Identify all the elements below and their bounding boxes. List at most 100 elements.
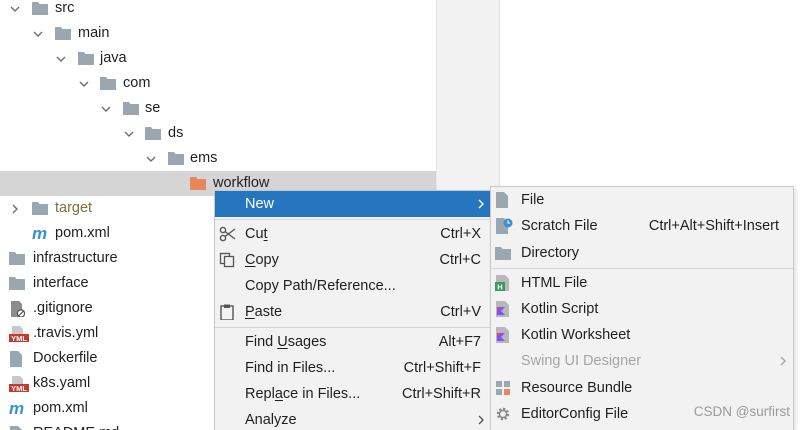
menu-item-shortcut: Ctrl+X: [440, 226, 481, 242]
yaml-icon: YML: [9, 321, 29, 346]
tree-label: main: [78, 25, 110, 41]
folder-icon: [32, 196, 50, 221]
tree-label: se: [145, 100, 161, 116]
tree-row-com[interactable]: com: [0, 71, 436, 96]
menu-item-label: Paste: [245, 304, 283, 320]
submenu-item-label: Swing UI Designer: [521, 353, 642, 369]
folder-icon: [145, 121, 163, 146]
tree-label: pom.xml: [33, 400, 88, 416]
submenu-item-scratch-file[interactable]: Scratch File Ctrl+Alt+Shift+Insert: [491, 213, 793, 239]
chevron-down-icon[interactable]: [9, 0, 21, 21]
submenu-item-label: File: [521, 192, 545, 208]
markdown-icon: [9, 421, 27, 430]
tree-label: README.md: [33, 421, 119, 430]
submenu-item-file[interactable]: File: [491, 187, 793, 213]
chevron-down-icon[interactable]: [32, 21, 44, 46]
copy-icon: [219, 247, 239, 273]
folder-icon: [9, 246, 27, 271]
menu-separator: [215, 327, 491, 328]
chevron-down-icon[interactable]: [100, 96, 112, 121]
menu-item-shortcut: Ctrl+C: [439, 252, 482, 268]
submenu-item-swing-ui-designer: Swing UI Designer: [491, 348, 793, 374]
tree-row-main[interactable]: main: [0, 21, 436, 46]
tree-label: src: [55, 0, 75, 16]
menu-item-label: Replace in Files...: [245, 386, 361, 402]
submenu-item-directory[interactable]: Directory: [491, 240, 793, 266]
chevron-right-icon: [477, 407, 487, 430]
tree-label: .gitignore: [33, 300, 93, 316]
submenu-item-label: Kotlin Script: [521, 301, 599, 317]
tree-label: Dockerfile: [33, 350, 98, 366]
tree-row-src[interactable]: src: [0, 0, 436, 21]
submenu-item-html-file[interactable]: H HTML File: [491, 270, 793, 296]
tree-label: ds: [168, 125, 184, 141]
tree-label: target: [55, 200, 93, 216]
menu-item-label: Find Usages: [245, 334, 327, 350]
submenu-item-kotlin-script[interactable]: Kotlin Script: [491, 296, 793, 322]
chevron-right-icon[interactable]: [9, 196, 21, 221]
tree-row-ds[interactable]: ds: [0, 121, 436, 146]
menu-item-label: Analyze: [245, 412, 297, 428]
menu-separator: [491, 268, 793, 269]
submenu-item-kotlin-worksheet[interactable]: Kotlin Worksheet: [491, 322, 793, 348]
scratch-file-icon: [495, 213, 515, 239]
menu-item-shortcut: Ctrl+Shift+R: [402, 386, 481, 402]
kotlin-icon: [495, 296, 515, 322]
menu-separator: [215, 219, 491, 220]
package-folder-icon: [190, 171, 208, 196]
folder-icon: [32, 0, 50, 21]
menu-item-new[interactable]: New: [215, 191, 491, 217]
submenu-item-resource-bundle[interactable]: Resource Bundle: [491, 375, 793, 401]
submenu-item-label: HTML File: [521, 275, 588, 291]
maven-icon: m: [9, 399, 25, 418]
menu-item-shortcut: Alt+F7: [438, 334, 481, 350]
tree-label: infrastructure: [33, 250, 118, 266]
chevron-down-icon[interactable]: [145, 146, 157, 171]
folder-icon: [9, 271, 27, 296]
chevron-down-icon[interactable]: [78, 71, 90, 96]
chevron-down-icon[interactable]: [123, 121, 135, 146]
ignore-file-icon: [9, 296, 27, 321]
folder-icon: [168, 146, 186, 171]
menu-item-find-in-files[interactable]: Find in Files... Ctrl+Shift+F: [215, 355, 491, 381]
tree-label: k8s.yaml: [33, 375, 91, 391]
tree-row-java[interactable]: java: [0, 46, 436, 71]
tree-row-ems[interactable]: ems: [0, 146, 436, 171]
menu-item-copy-path[interactable]: Copy Path/Reference...: [215, 273, 491, 299]
html-file-icon: H: [495, 270, 515, 296]
menu-item-shortcut: Ctrl+Shift+F: [403, 360, 481, 376]
menu-item-label: New: [245, 196, 275, 212]
tree-label: com: [123, 75, 151, 91]
clipboard-icon: [219, 299, 239, 325]
menu-item-label: Copy: [245, 252, 279, 268]
tree-label: .travis.yml: [33, 325, 99, 341]
menu-item-cut[interactable]: Cut Ctrl+X: [215, 221, 491, 247]
submenu-item-shortcut: Ctrl+Alt+Shift+Insert: [648, 218, 779, 234]
submenu-item-label: Kotlin Worksheet: [521, 327, 631, 343]
watermark: CSDN @surfirst: [693, 404, 790, 419]
submenu-item-label: Resource Bundle: [521, 380, 633, 396]
menu-item-replace-in-files[interactable]: Replace in Files... Ctrl+Shift+R: [215, 381, 491, 407]
tree-row-se[interactable]: se: [0, 96, 436, 121]
menu-item-label: Cut: [245, 226, 268, 242]
kotlin-icon: [495, 322, 515, 348]
folder-icon: [55, 21, 73, 46]
menu-item-copy[interactable]: Copy Ctrl+C: [215, 247, 491, 273]
new-submenu: File Scratch File Ctrl+Alt+Shift+Insert …: [490, 186, 794, 430]
submenu-item-label: EditorConfig File: [521, 406, 629, 422]
tree-label: interface: [33, 275, 89, 291]
menu-item-shortcut: Ctrl+V: [440, 304, 481, 320]
chevron-down-icon[interactable]: [55, 46, 67, 71]
folder-icon: [78, 46, 96, 71]
tree-label: ems: [190, 150, 218, 166]
svg-text:YML: YML: [11, 384, 27, 392]
tree-label: java: [100, 50, 127, 66]
menu-item-label: Copy Path/Reference...: [245, 278, 396, 294]
menu-item-find-usages[interactable]: Find Usages Alt+F7: [215, 329, 491, 355]
file-icon: [495, 187, 515, 213]
menu-item-paste[interactable]: Paste Ctrl+V: [215, 299, 491, 325]
tree-label: pom.xml: [55, 225, 110, 241]
submenu-item-label: Directory: [521, 245, 580, 261]
gear-icon: [495, 401, 515, 427]
menu-item-analyze[interactable]: Analyze: [215, 407, 491, 430]
